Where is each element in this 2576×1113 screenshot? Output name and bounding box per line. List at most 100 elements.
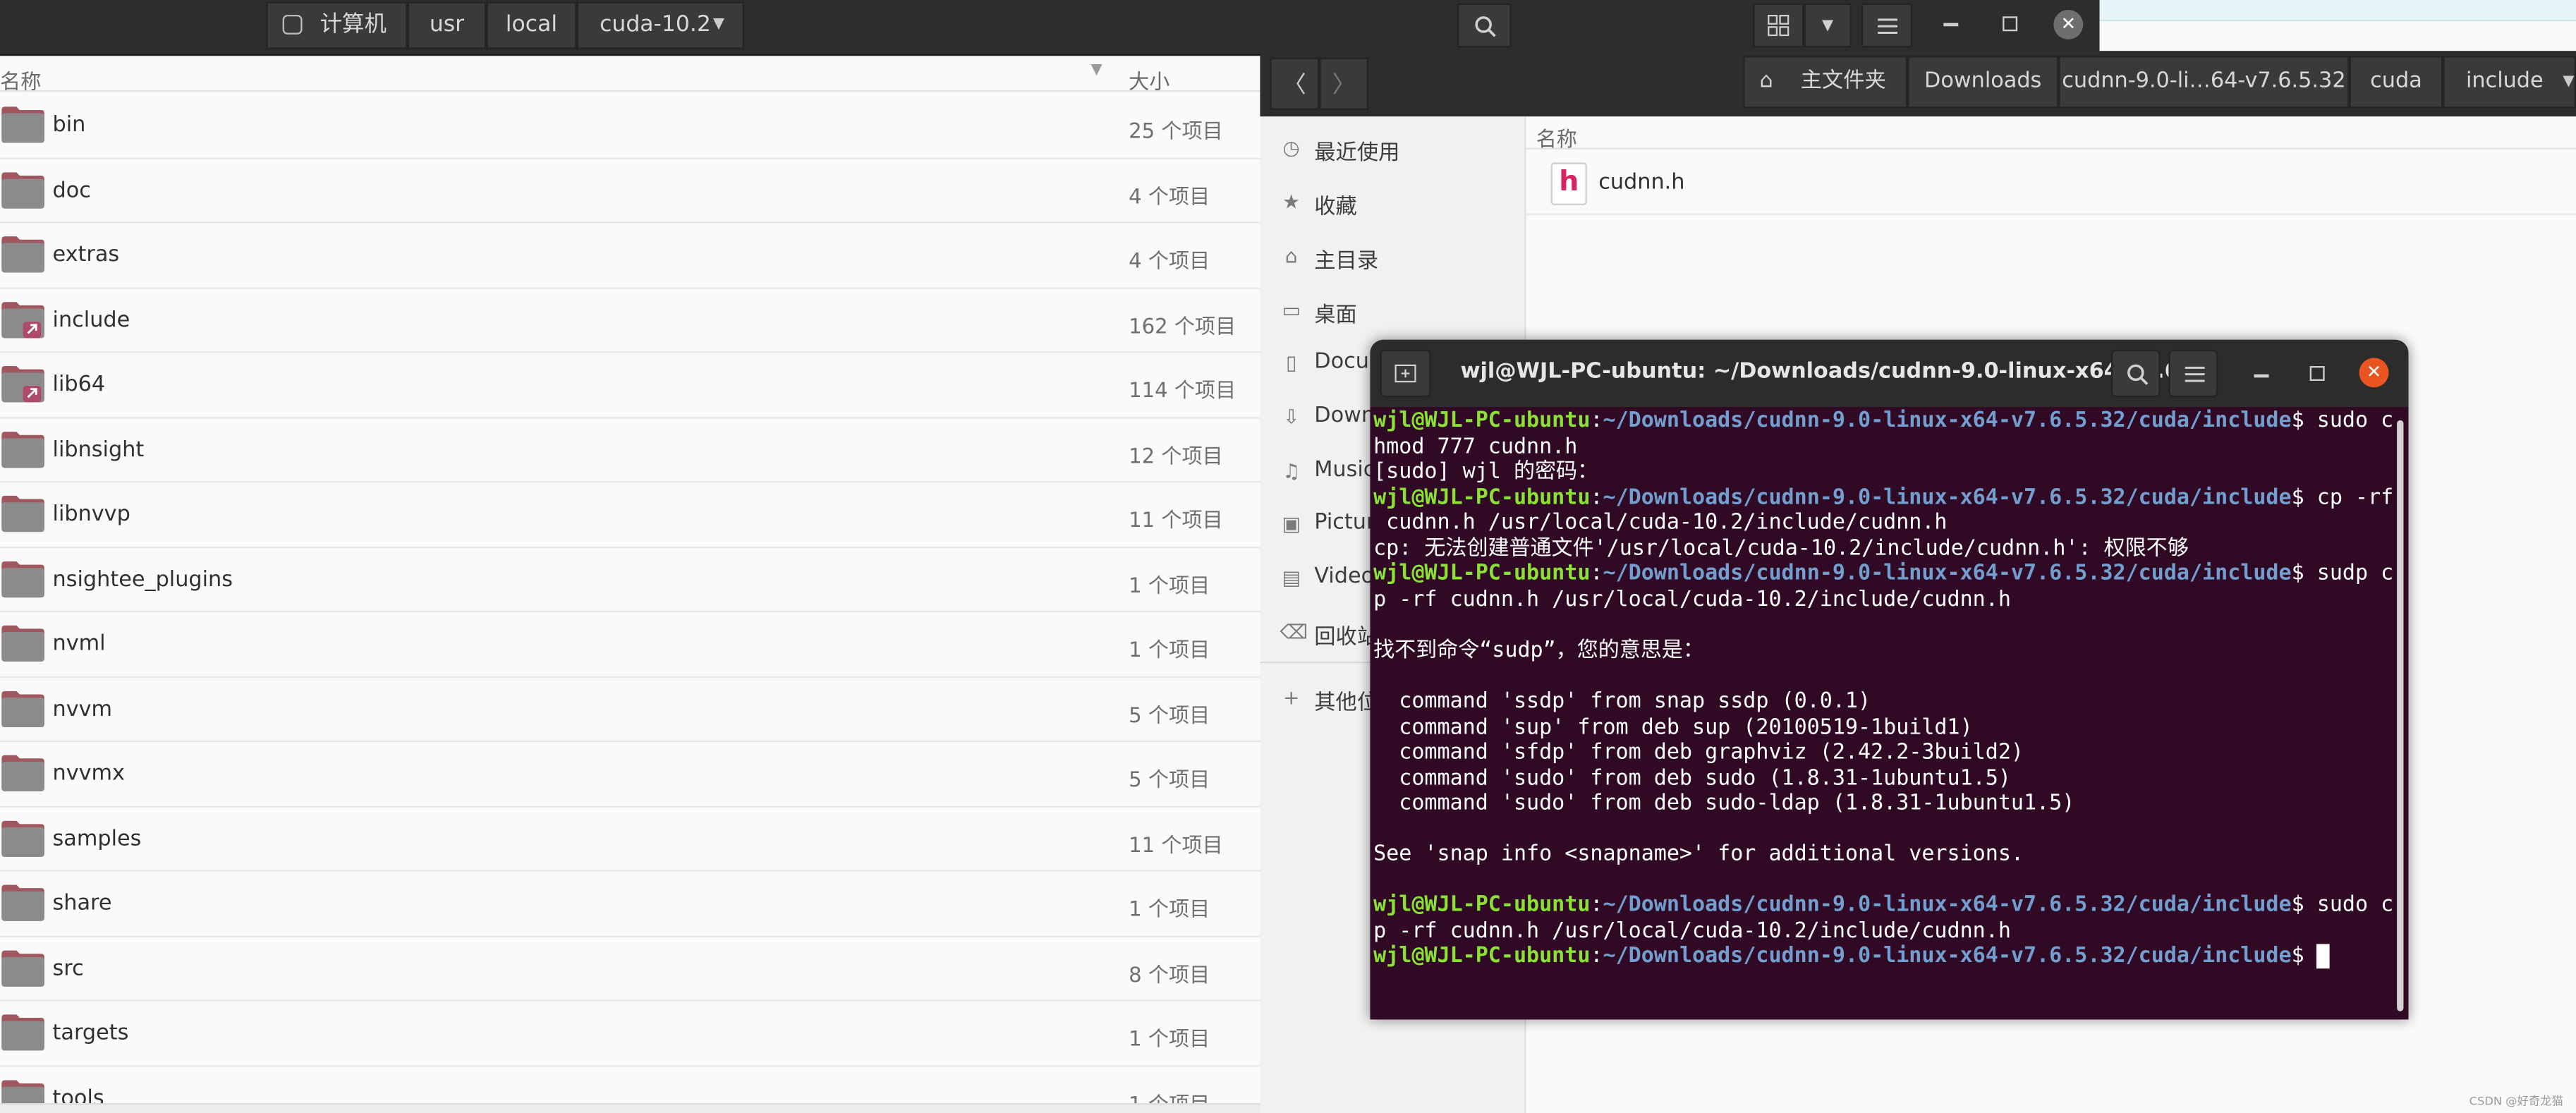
file-row-cudnn-h[interactable]: h cudnn.h	[1526, 151, 2576, 215]
menu-button[interactable]	[1861, 3, 1913, 48]
forward-button[interactable]: 〉	[1319, 57, 1369, 110]
breadcrumb-cudnn[interactable]: cudnn-9.0-li…64-v7.6.5.32	[2058, 56, 2350, 109]
sidebar-item-label: 最近使用	[1314, 141, 1400, 166]
maximize-button[interactable]	[2003, 16, 2018, 32]
terminal-text: $ cp -rf	[2291, 485, 2394, 510]
sidebar-item-starred[interactable]: ★ 收藏	[1260, 174, 1526, 229]
column-size-header[interactable]: 大小	[1129, 64, 1169, 95]
breadcrumb-local[interactable]: local	[486, 1, 577, 49]
horizontal-scrollbar[interactable]	[0, 1103, 1260, 1113]
file-name: nvvm	[52, 696, 113, 722]
breadcrumb-usr[interactable]: usr	[407, 1, 487, 49]
breadcrumb-downloads[interactable]: Downloads	[1907, 56, 2059, 109]
terminal-line: wjl@WJL-PC-ubuntu:~/Downloads/cudnn-9.0-…	[1373, 485, 2408, 511]
sidebar-item-recent[interactable]: ◷ 最近使用	[1260, 120, 1526, 174]
search-button[interactable]	[1457, 3, 1512, 48]
close-button[interactable]: ✕	[2053, 9, 2084, 39]
breadcrumb-home[interactable]: ⌂ 主文件夹	[1743, 56, 1908, 109]
sidebar-item-label: Down	[1314, 403, 1375, 429]
terminal-maximize-button[interactable]	[2309, 366, 2325, 381]
sidebar-item-desktop[interactable]: ▭ 桌面	[1260, 282, 1526, 336]
file-row-nsightee_plugins[interactable]: nsightee_plugins 1 个项目	[0, 547, 1260, 613]
column-header: 名称 ▼ 大小	[0, 59, 1260, 95]
minimize-button[interactable]	[1943, 23, 1959, 26]
sidebar-item-label: 回收站	[1314, 625, 1379, 650]
column-name-header[interactable]: 名称	[0, 64, 41, 95]
background-window-strip	[2099, 21, 2576, 51]
download-icon: ⇩	[1282, 405, 1300, 429]
file-name: src	[52, 956, 84, 981]
file-row-bin[interactable]: bin 25 个项目	[0, 93, 1260, 159]
file-row-nvvm[interactable]: nvvm 5 个项目	[0, 677, 1260, 742]
breadcrumb-cuda[interactable]: cuda-10.2 ▼	[576, 1, 745, 49]
terminal-text: hmod 777 cudnn.h	[1373, 434, 1578, 459]
file-row-share[interactable]: share 1 个项目	[0, 871, 1260, 937]
breadcrumb-label: local	[505, 11, 558, 38]
back-button[interactable]: 〈	[1270, 57, 1320, 110]
file-name: libnsight	[52, 437, 145, 463]
terminal-text: ~/Downloads/cudnn-9.0-linux-x64-v7.6.5.3…	[1603, 485, 2292, 510]
desktop-icon: ▭	[1282, 298, 1301, 322]
folder-icon	[1, 820, 44, 856]
terminal-menu-button[interactable]	[2168, 349, 2218, 398]
sidebar-item-home[interactable]: ⌂ 主目录	[1260, 229, 1526, 283]
terminal-text: command 'sup' from deb sup (20100519-1bu…	[1373, 714, 1973, 740]
terminal-text: wjl@WJL-PC-ubuntu	[1373, 944, 1591, 970]
terminal-window[interactable]: wjl@WJL-PC-ubuntu: ~/Downloads/cudnn-9.0…	[1370, 339, 2409, 1020]
file-row-libnvvp[interactable]: libnvvp 11 个项目	[0, 482, 1260, 548]
file-row-extras[interactable]: extras 4 个项目	[0, 223, 1260, 288]
file-size: 1 个项目	[1129, 572, 1210, 597]
terminal-minimize-button[interactable]	[2254, 374, 2269, 377]
terminal-text: p -rf cudnn.h /usr/local/cuda-10.2/inclu…	[1373, 919, 2011, 944]
terminal-text: [sudo] wjl 的密码：	[1373, 459, 1599, 485]
file-row-libnsight[interactable]: libnsight 12 个项目	[0, 418, 1260, 483]
breadcrumb-include[interactable]: include ▼	[2443, 56, 2576, 109]
file-row-include[interactable]: include 162 个项目	[0, 288, 1260, 353]
file-row-src[interactable]: src 8 个项目	[0, 936, 1260, 1002]
file-row-nvml[interactable]: nvml 1 个项目	[0, 612, 1260, 678]
terminal-text: $ sudo c	[2291, 408, 2394, 434]
terminal-scrollbar[interactable]	[2397, 420, 2404, 1011]
terminal-titlebar[interactable]: wjl@WJL-PC-ubuntu: ~/Downloads/cudnn-9.0…	[1370, 339, 2409, 408]
terminal-text: wjl@WJL-PC-ubuntu	[1373, 894, 1591, 918]
picture-icon: ▣	[1282, 512, 1301, 535]
breadcrumb-computer[interactable]: 计算机	[266, 1, 408, 49]
column-name-header[interactable]: 名称	[1536, 121, 1577, 152]
terminal-output[interactable]: wjl@WJL-PC-ubuntu: ~/Downloads/cudnn-9.0-…	[1370, 407, 2409, 1020]
terminal-close-button[interactable]: ✕	[2359, 358, 2389, 388]
sidebar-item-label: Video	[1314, 564, 1375, 590]
file-icon-letter: h	[1559, 166, 1579, 199]
terminal-line: cudnn.h /usr/local/cuda-10.2/include/cud…	[1373, 511, 2408, 536]
file-name: nsightee_plugins	[52, 567, 233, 592]
terminal-text: :	[1590, 894, 1603, 918]
terminal-text: cp: 无法创建普通文件'/usr/local/cuda-10.2/includ…	[1373, 536, 2189, 561]
file-row-targets[interactable]: targets 1 个项目	[0, 1001, 1260, 1066]
sort-chevron-icon[interactable]: ▼	[1091, 62, 1102, 78]
file-row-nvvmx[interactable]: nvvmx 5 个项目	[0, 741, 1260, 807]
folder-icon	[1, 884, 44, 921]
file-size: 25 个项目	[1129, 118, 1223, 143]
hamburger-icon	[1876, 18, 1897, 33]
chevron-right-icon: 〉	[1332, 72, 1356, 99]
file-size: 4 个项目	[1129, 248, 1210, 273]
file-name: bin	[52, 113, 86, 138]
file-size: 1 个项目	[1129, 896, 1210, 921]
breadcrumb-cuda[interactable]: cuda	[2349, 56, 2443, 109]
file-row-lib64[interactable]: lib64 114 个项目	[0, 353, 1260, 418]
terminal-line: wjl@WJL-PC-ubuntu:~/Downloads/cudnn-9.0-…	[1373, 562, 2408, 588]
file-row-samples[interactable]: samples 11 个项目	[0, 806, 1260, 872]
folder-icon	[1, 560, 44, 597]
sidebar-item-label: Pictur	[1314, 510, 1375, 535]
document-icon: ▯	[1285, 351, 1297, 375]
terminal-search-button[interactable]	[2110, 349, 2161, 398]
new-tab-button[interactable]	[1380, 349, 1431, 398]
terminal-line: wjl@WJL-PC-ubuntu:~/Downloads/cudnn-9.0-…	[1373, 409, 2408, 434]
grid-view-button[interactable]	[1753, 3, 1804, 48]
file-row-doc[interactable]: doc 4 个项目	[0, 158, 1260, 224]
view-options-button[interactable]: ▼	[1804, 3, 1852, 48]
file-name: doc	[52, 178, 91, 203]
file-name: libnvvp	[52, 502, 130, 528]
terminal-text: command 'sfdp' from deb graphviz (2.42.2…	[1373, 740, 2024, 765]
file-size: 1 个项目	[1129, 1026, 1210, 1051]
